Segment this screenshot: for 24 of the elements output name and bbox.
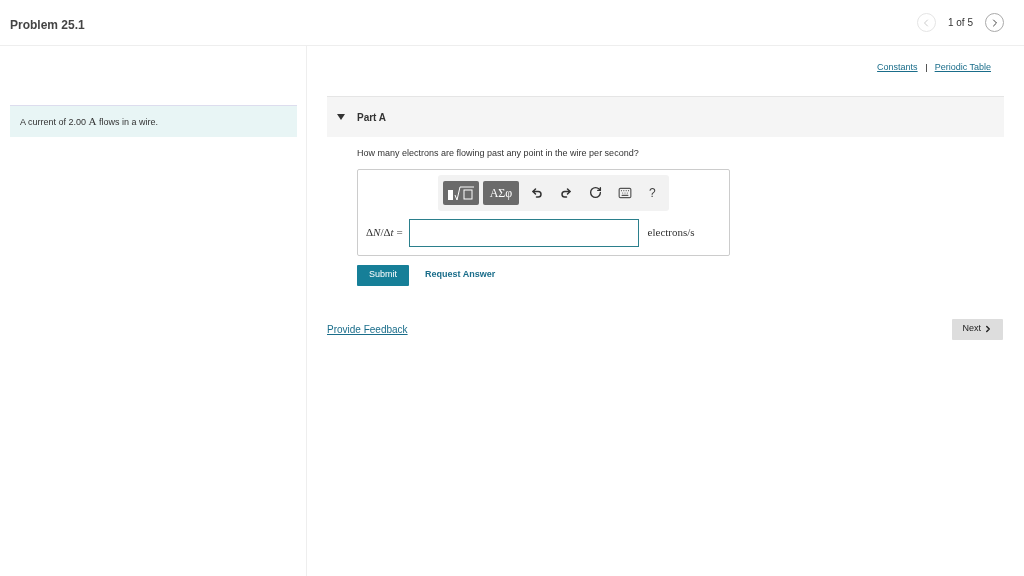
units-label: electrons/s xyxy=(647,225,695,241)
redo-icon[interactable] xyxy=(560,186,572,199)
caret-icon xyxy=(337,114,345,120)
keyboard-icon[interactable] xyxy=(618,185,633,200)
part-header[interactable]: Part A xyxy=(327,96,1004,137)
symbols-button[interactable]: ΑΣφ xyxy=(483,180,519,205)
provide-feedback-link[interactable]: Provide Feedback xyxy=(327,321,408,337)
page-counter: 1 of 5 xyxy=(947,16,973,30)
reset-icon[interactable] xyxy=(588,186,602,199)
next-button[interactable]: Next xyxy=(952,318,1003,340)
equation-label: ΔN/Δt = xyxy=(366,225,403,241)
help-button[interactable]: ? xyxy=(648,183,656,202)
periodic-table-link[interactable]: Periodic Table xyxy=(934,60,991,75)
question-text: How many electrons are flowing past any point in the wire per second? xyxy=(357,147,640,160)
root-template-icon xyxy=(446,184,476,201)
constants-link[interactable]: Constants xyxy=(877,60,918,75)
undo-icon[interactable] xyxy=(531,186,544,199)
templates-button[interactable] xyxy=(443,180,479,205)
answer-field[interactable] xyxy=(408,218,639,247)
request-answer-link[interactable]: Request Answer xyxy=(425,268,496,282)
problem-title: Problem 25.1 xyxy=(10,16,85,34)
problem-statement: A current of 2.00 A flows in a wire. xyxy=(10,105,297,137)
chevron-icon xyxy=(983,324,993,334)
submit-button[interactable]: Submit xyxy=(357,264,409,286)
